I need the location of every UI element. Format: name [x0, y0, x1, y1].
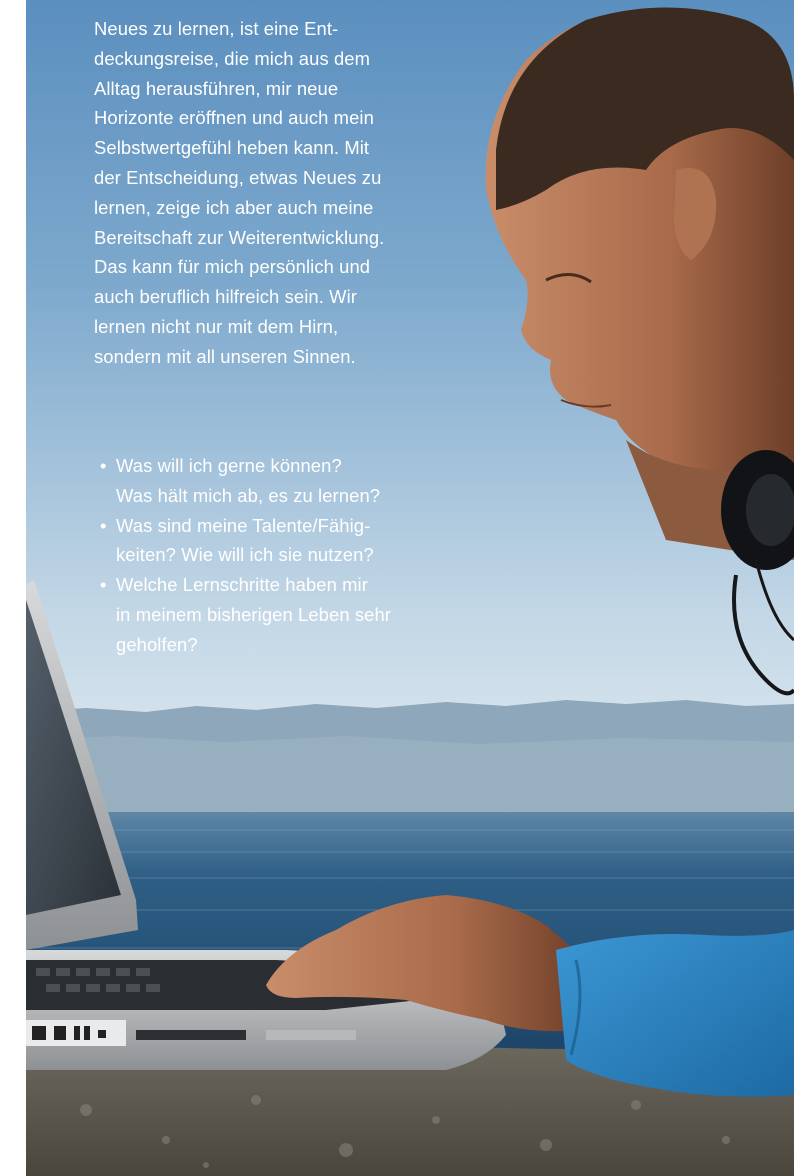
bullet-icon: •	[100, 455, 107, 476]
intro-line: auch beruflich hilfreich sein. Wir	[94, 286, 358, 308]
question-line: Welche Lernschritte haben mir	[116, 574, 368, 596]
intro-line: Selbstwertgefühl heben kann. Mit	[94, 137, 370, 159]
question-line: Was sind meine Talente/Fähig-	[116, 514, 371, 536]
question-line: in meinem bisherigen Leben sehr	[116, 603, 392, 625]
bullet-icon: •	[100, 574, 107, 596]
question-line: keiten? Wie will ich sie nutzen?	[116, 544, 374, 566]
bullet-icon: •	[100, 514, 107, 536]
question-item: • Was sind meine Talente/Fähig- keiten? …	[94, 511, 424, 571]
question-line: geholfen?	[116, 633, 198, 655]
intro-line: sondern mit all unseren Sinnen.	[94, 345, 356, 367]
intro-line: der Entscheidung, etwas Neues zu	[94, 166, 382, 188]
intro-paragraph: Neues zu lernen, ist eine Ent- deckungsr…	[94, 14, 434, 372]
question-list: • Was will ich gerne können? Was hält mi…	[94, 451, 424, 660]
question-line: Was will ich gerne können?	[116, 455, 342, 476]
brochure-page: Neues zu lernen, ist eine Ent- deckungsr…	[0, 0, 794, 1176]
intro-line: Horizonte eröffnen und auch mein	[94, 107, 374, 129]
intro-line: Bereitschaft zur Weiterentwicklung.	[94, 226, 385, 248]
intro-line: deckungsreise, die mich aus dem	[94, 47, 371, 69]
intro-line: Neues zu lernen, ist eine Ent-	[94, 18, 339, 39]
intro-line: lernen nicht nur mit dem Hirn,	[94, 315, 339, 337]
question-line: Was hält mich ab, es zu lernen?	[116, 484, 381, 506]
question-item: • Welche Lernschritte haben mir in meine…	[94, 570, 424, 659]
intro-line: Das kann für mich persönlich und	[94, 256, 371, 278]
intro-line: Alltag herausführen, mir neue	[94, 77, 339, 99]
question-item: • Was will ich gerne können? Was hält mi…	[94, 451, 424, 511]
intro-line: lernen, zeige ich aber auch meine	[94, 196, 374, 218]
text-overlay: Neues zu lernen, ist eine Ent- deckungsr…	[94, 14, 434, 655]
